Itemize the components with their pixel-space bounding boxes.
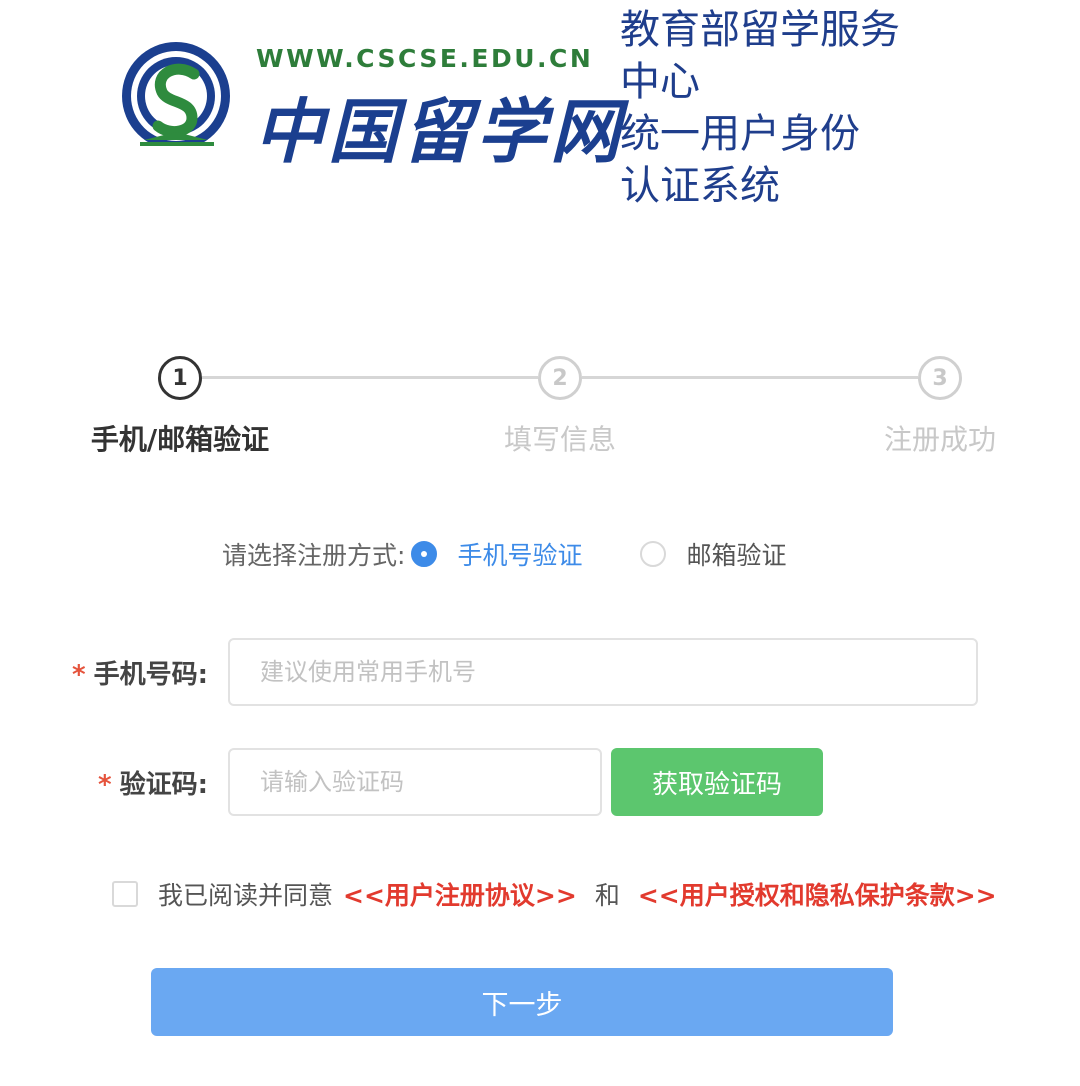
radio-unchecked-icon[interactable] — [640, 541, 667, 567]
step-3-label: 注册成功 — [883, 423, 996, 456]
get-code-button[interactable]: 获取验证码 — [611, 748, 823, 816]
phone-label-text: 手机号码: — [93, 660, 209, 690]
next-step-button[interactable]: 下一步 — [151, 968, 893, 1036]
radio-email-verify[interactable]: 邮箱验证 — [640, 536, 786, 572]
cscse-emblem-icon — [122, 42, 230, 151]
agreement-prefix: 我已阅读并同意 — [158, 881, 334, 910]
system-title-line: 统一用户身份 — [620, 111, 860, 157]
system-title-line: 教育部留学服务 — [620, 7, 900, 53]
phone-input[interactable] — [228, 638, 978, 706]
registration-steps: 1 2 3 手机/邮箱验证 填写信息 注册成功 — [0, 354, 1080, 464]
radio-phone-verify[interactable]: 手机号验证 — [411, 536, 582, 572]
method-prompt: 请选择注册方式: — [222, 541, 406, 570]
step-2-number: 2 — [538, 356, 582, 400]
radio-checked-icon[interactable] — [411, 541, 438, 567]
step-3-number: 3 — [918, 356, 962, 400]
privacy-policy-link[interactable]: <<用户授权和隐私保护条款>> — [638, 876, 997, 912]
system-title: 教育部留学服务 中心 统一用户身份 认证系统 — [620, 4, 920, 212]
verification-code-input[interactable] — [228, 748, 602, 816]
system-title-line: 中心 — [620, 59, 700, 105]
system-title-line: 认证系统 — [620, 163, 780, 209]
agreement-checkbox[interactable] — [112, 881, 138, 907]
agreement-conjunction: 和 — [594, 881, 620, 910]
radio-email-label[interactable]: 邮箱验证 — [686, 536, 786, 572]
logo-brand-text: 中国留学网 — [254, 90, 624, 173]
logo-url-text: WWW.CSCSE.EDU.CN — [256, 44, 594, 73]
step-1-number: 1 — [158, 356, 202, 400]
step-2-label: 填写信息 — [503, 423, 616, 456]
phone-label: * 手机号码: — [72, 654, 208, 691]
step-connector — [202, 376, 538, 379]
agreement-row: 我已阅读并同意 <<用户注册协议>> 和 <<用户授权和隐私保护条款>> — [112, 874, 997, 914]
code-label-text: 验证码: — [119, 770, 209, 800]
step-1-label: 手机/邮箱验证 — [90, 423, 270, 456]
registration-method: 请选择注册方式: 手机号验证 邮箱验证 — [222, 536, 786, 572]
required-mark: * — [98, 770, 112, 800]
step-connector — [582, 376, 918, 379]
site-logo[interactable]: WWW.CSCSE.EDU.CN 中国留学网 — [118, 36, 620, 173]
code-label: * 验证码: — [98, 764, 208, 801]
radio-phone-label[interactable]: 手机号验证 — [457, 536, 582, 572]
required-mark: * — [72, 660, 86, 690]
user-agreement-link[interactable]: <<用户注册协议>> — [343, 876, 577, 912]
